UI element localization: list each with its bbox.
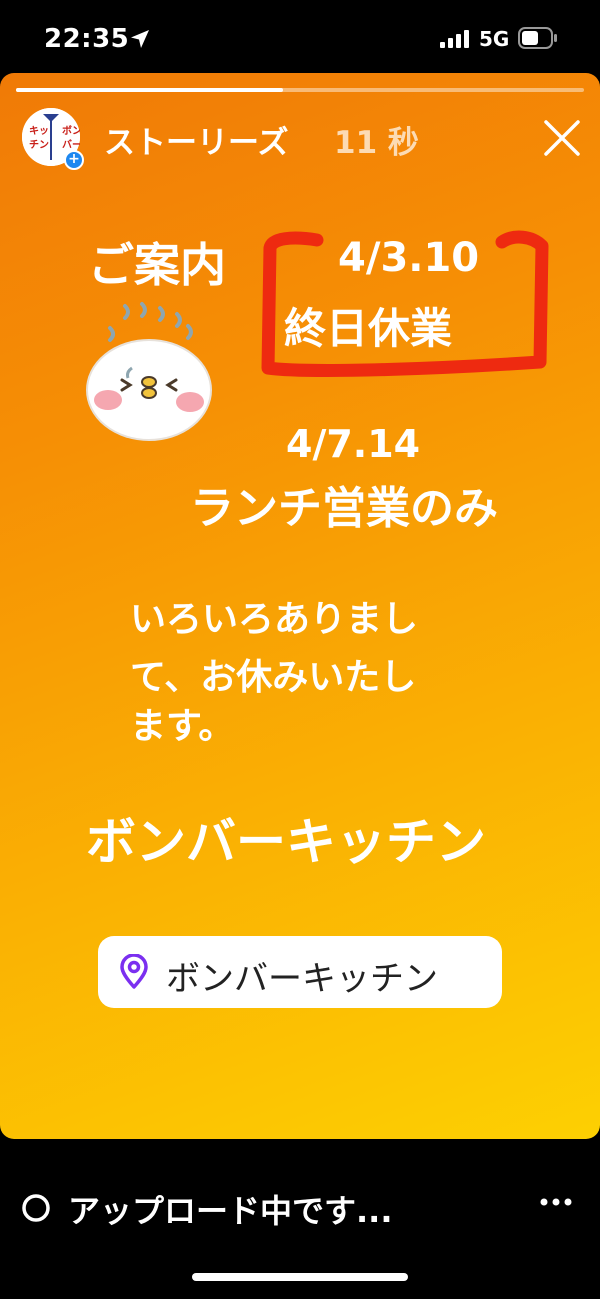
status-time: 22:35 [44,24,130,54]
account-name[interactable]: ストーリーズ [104,117,288,162]
location-sticker[interactable]: ボンバーキッチン [98,936,502,1008]
battery-icon [518,27,557,49]
avatar-text-4: チン [29,139,49,151]
home-indicator[interactable] [192,1273,408,1281]
close-icon[interactable] [541,117,583,159]
status-bar: 22:35 5G [0,0,600,80]
message-line: いろいろありまし [130,599,419,640]
signal-bars-icon [440,30,469,48]
closed-dates: 4/3.10 [338,235,480,281]
story-time-ago: 11 秒 [334,125,419,161]
lunch-label: ランチ営業のみ [190,483,498,534]
location-arrow-icon [131,30,149,48]
location-pin-icon [120,954,148,989]
notice-heading: ご案内 [88,238,226,292]
story-card[interactable]: ボン バー キッ チン + ストーリーズ 11 秒 ご案内 4/3.10 終日休… [0,73,600,1139]
avatar-text-3: キッ [29,125,49,137]
upload-spinner-icon [22,1194,50,1222]
lunch-dates: 4/7.14 [286,422,421,466]
more-horizontal-icon[interactable] [538,1196,574,1208]
shop-name: ボンバーキッチン [86,813,486,871]
upload-status: アップロード中です... [68,1192,393,1230]
add-story-icon[interactable]: + [64,150,84,170]
message-line: て、お休みいたし [130,657,417,698]
avatar-text-2: バー [62,139,80,151]
story-progress-fill [16,88,283,92]
avatar[interactable]: ボン バー キッ チン + [22,108,84,170]
closed-label: 終日休業 [284,304,453,353]
story-progress-bar [16,88,584,92]
message-line: ます。 [130,706,235,747]
avatar-text-1: ボン [62,124,80,137]
mascot-sticker [86,302,212,441]
network-type: 5G [479,27,510,51]
location-label: ボンバーキッチン [166,959,438,999]
